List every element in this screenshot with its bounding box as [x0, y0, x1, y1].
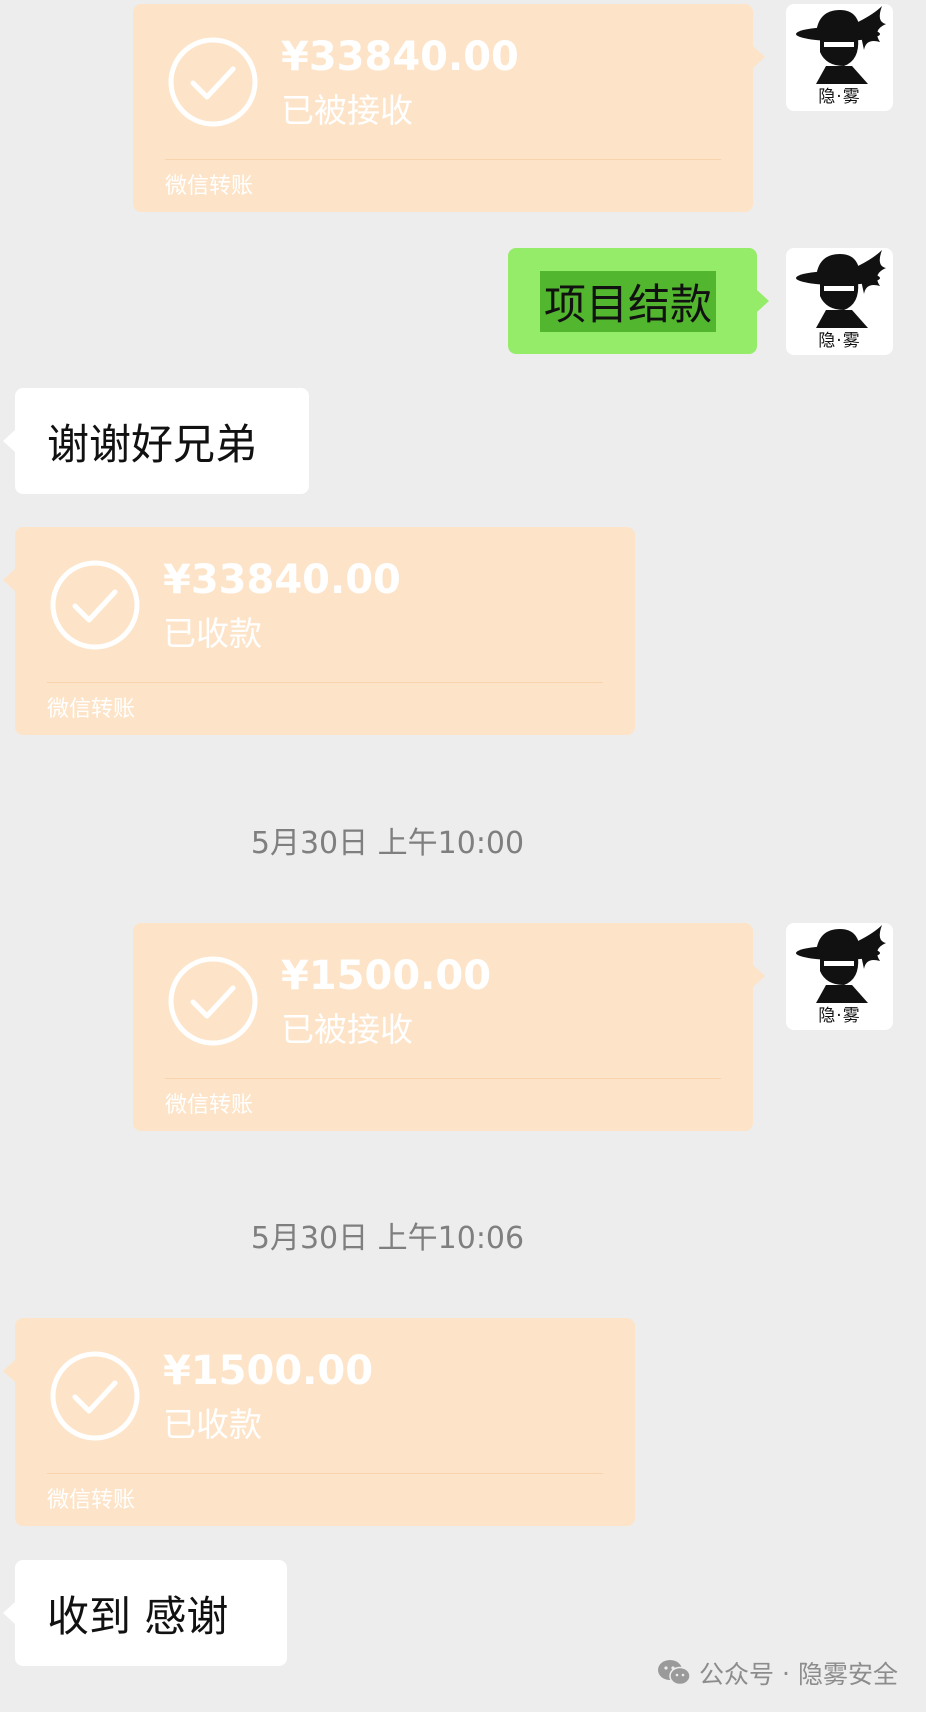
divider [47, 1473, 603, 1474]
sent-message-bubble[interactable]: 项目结款 [508, 248, 769, 354]
transfer-amount: ¥1500.00 [163, 1348, 374, 1394]
check-circle-icon [50, 1351, 140, 1441]
message-text: 项目结款 [540, 270, 717, 332]
transfer-card[interactable]: ¥33840.00 已被接收 微信转账 [133, 4, 765, 212]
avatar-label: 隐·雾 [818, 1006, 861, 1026]
avatar[interactable]: 隐·雾 [786, 248, 893, 355]
transfer-card[interactable]: ¥1500.00 已被接收 微信转账 [133, 923, 765, 1131]
avatar[interactable]: 隐·雾 [786, 923, 893, 1030]
transfer-amount: ¥33840.00 [163, 557, 401, 603]
transfer-status: 已收款 [163, 1405, 262, 1444]
divider [165, 1078, 721, 1079]
transfer-amount: ¥1500.00 [281, 953, 492, 999]
divider [165, 159, 721, 160]
transfer-source-label: 微信转账 [47, 697, 136, 722]
transfer-source-label: 微信转账 [47, 1488, 136, 1513]
transfer-source-label: 微信转账 [165, 174, 254, 199]
check-circle-icon [50, 560, 140, 650]
avatar-label: 隐·雾 [818, 87, 861, 107]
check-circle-icon [168, 956, 258, 1046]
wechat-icon [658, 1660, 691, 1686]
hat-man-avatar-icon [796, 6, 886, 84]
message-timestamp: 5月30日 上午10:06 [250, 1221, 525, 1256]
avatar-label: 隐·雾 [818, 331, 861, 351]
transfer-card[interactable]: ¥1500.00 已收款 微信转账 [3, 1318, 635, 1526]
watermark: 公众号 · 隐雾安全 [657, 1655, 898, 1691]
check-circle-icon [168, 37, 258, 127]
watermark-separator: · [782, 1658, 790, 1688]
received-message-bubble[interactable]: 收到 感谢 [3, 1560, 287, 1666]
transfer-status: 已被接收 [281, 1010, 413, 1049]
message-text: 收到 感谢 [47, 1591, 229, 1641]
transfer-card[interactable]: ¥33840.00 已收款 微信转账 [3, 527, 635, 735]
received-message-bubble[interactable]: 谢谢好兄弟 [3, 388, 309, 494]
transfer-status: 已收款 [163, 614, 262, 653]
message-text: 谢谢好兄弟 [47, 419, 258, 469]
divider [47, 682, 603, 683]
transfer-source-label: 微信转账 [165, 1093, 254, 1118]
transfer-amount: ¥33840.00 [281, 34, 519, 80]
hat-man-avatar-icon [796, 925, 886, 1003]
transfer-status: 已被接收 [281, 91, 413, 130]
watermark-account: 隐雾安全 [797, 1660, 898, 1689]
message-timestamp: 5月30日 上午10:00 [250, 826, 525, 861]
watermark-prefix: 公众号 [699, 1660, 775, 1689]
avatar[interactable]: 隐·雾 [786, 4, 893, 111]
hat-man-avatar-icon [796, 250, 886, 328]
